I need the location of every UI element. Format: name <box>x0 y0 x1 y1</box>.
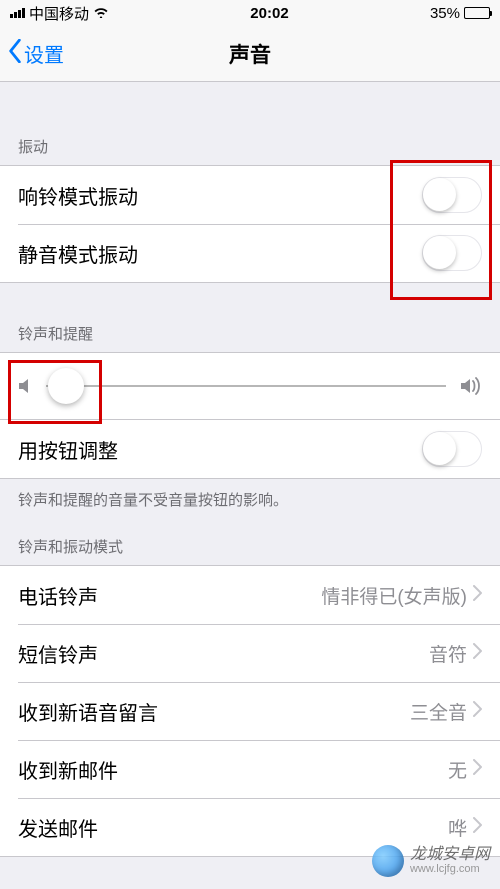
ringtone-value: 情非得已(女声版) <box>321 582 467 609</box>
silent-mode-vibrate-toggle[interactable] <box>422 235 482 271</box>
section-header-ringer: 铃声和提醒 <box>0 283 500 352</box>
back-button[interactable]: 设置 <box>0 39 64 69</box>
watermark-logo-icon <box>372 845 404 877</box>
status-time: 20:02 <box>250 5 288 22</box>
ring-mode-vibrate-toggle[interactable] <box>422 177 482 213</box>
text-tone-value: 音符 <box>429 640 467 667</box>
chevron-right-icon <box>473 758 482 781</box>
page-title: 声音 <box>0 39 500 69</box>
sent-mail-label: 发送邮件 <box>18 813 448 842</box>
change-with-buttons-group: 用按钮调整 <box>0 420 500 479</box>
new-mail-label: 收到新邮件 <box>18 755 448 784</box>
ringtone-row[interactable]: 电话铃声 情非得已(女声版) <box>0 566 500 624</box>
status-right: 35% <box>430 5 490 22</box>
wifi-icon <box>93 5 109 22</box>
watermark-url: www.lcjfg.com <box>410 864 490 876</box>
battery-percent: 35% <box>430 5 460 22</box>
ring-mode-vibrate-label: 响铃模式振动 <box>18 181 422 210</box>
vibration-group: 响铃模式振动 静音模式振动 <box>0 165 500 283</box>
status-left: 中国移动 <box>10 3 109 24</box>
slider-thumb[interactable] <box>48 368 84 404</box>
change-with-buttons-toggle[interactable] <box>422 431 482 467</box>
volume-high-icon <box>460 377 482 395</box>
change-with-buttons-label: 用按钮调整 <box>18 435 422 464</box>
voicemail-row[interactable]: 收到新语音留言 三全音 <box>0 682 500 740</box>
status-bar: 中国移动 20:02 35% <box>0 0 500 26</box>
text-tone-label: 短信铃声 <box>18 639 429 668</box>
new-mail-value: 无 <box>448 756 467 783</box>
ring-mode-vibrate-row: 响铃模式振动 <box>0 166 500 224</box>
section-header-vibration: 振动 <box>0 112 500 165</box>
battery-icon <box>464 7 490 19</box>
back-label: 设置 <box>24 39 64 68</box>
watermark: 龙城安卓网 www.lcjfg.com <box>372 845 490 877</box>
ringer-volume-slider[interactable] <box>46 385 446 387</box>
new-mail-row[interactable]: 收到新邮件 无 <box>0 740 500 798</box>
ringer-footer: 铃声和提醒的音量不受音量按钮的影响。 <box>0 479 500 518</box>
silent-mode-vibrate-row: 静音模式振动 <box>0 224 500 282</box>
cellular-signal-icon <box>10 8 25 18</box>
chevron-right-icon <box>473 584 482 607</box>
change-with-buttons-row: 用按钮调整 <box>0 420 500 478</box>
nav-bar: 设置 声音 <box>0 26 500 82</box>
sent-mail-value: 哗 <box>448 814 467 841</box>
silent-mode-vibrate-label: 静音模式振动 <box>18 239 422 268</box>
voicemail-label: 收到新语音留言 <box>18 697 410 726</box>
ringtone-label: 电话铃声 <box>18 581 321 610</box>
chevron-left-icon <box>8 39 22 69</box>
chevron-right-icon <box>473 700 482 723</box>
volume-low-icon <box>18 377 32 395</box>
chevron-right-icon <box>473 642 482 665</box>
section-header-patterns: 铃声和振动模式 <box>0 518 500 565</box>
patterns-group: 电话铃声 情非得已(女声版) 短信铃声 音符 收到新语音留言 三全音 收到新邮件… <box>0 565 500 857</box>
voicemail-value: 三全音 <box>410 698 467 725</box>
carrier-label: 中国移动 <box>29 3 89 24</box>
watermark-name: 龙城安卓网 <box>410 847 490 864</box>
chevron-right-icon <box>473 816 482 839</box>
ringer-volume-row <box>0 352 500 420</box>
text-tone-row[interactable]: 短信铃声 音符 <box>0 624 500 682</box>
